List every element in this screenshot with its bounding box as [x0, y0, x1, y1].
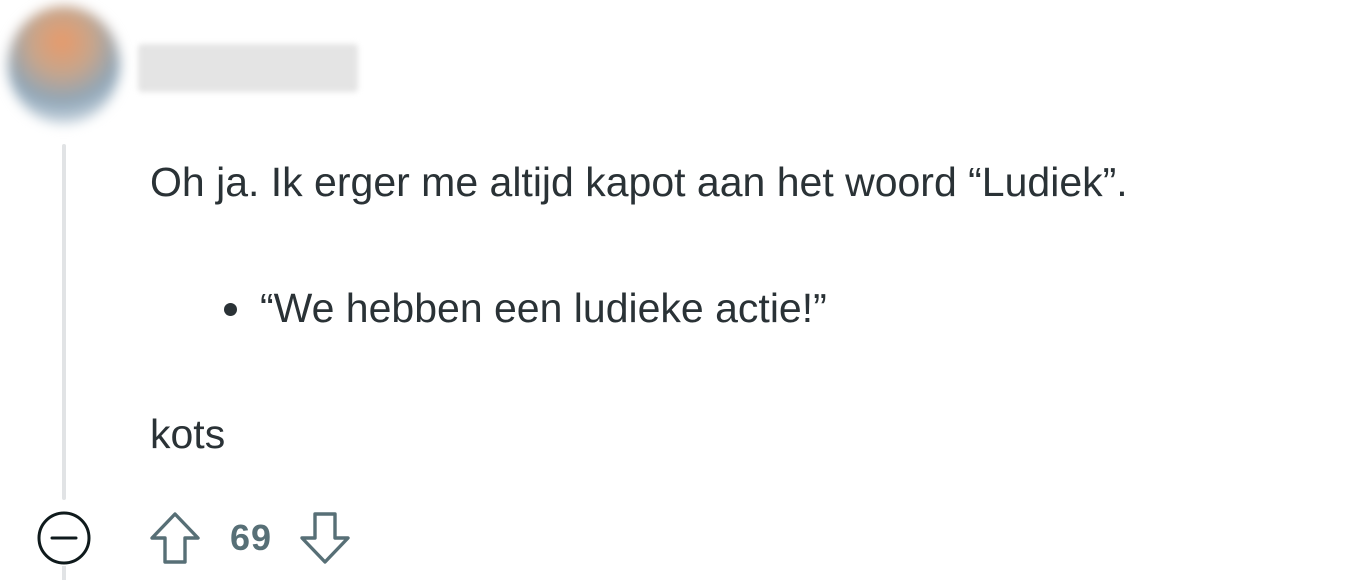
comment-bullet-list: “We hebben een ludieke actie!”: [222, 284, 827, 332]
comment-action-bar: 69: [146, 508, 354, 568]
downvote-arrow-icon: [300, 512, 350, 564]
comment-paragraph: kots: [150, 411, 226, 457]
collapse-thread-button[interactable]: [36, 510, 92, 566]
username[interactable]: [138, 44, 358, 92]
thread-line-continuation[interactable]: [62, 566, 66, 580]
thread-line[interactable]: [62, 144, 66, 500]
comment-paragraph: Oh ja. Ik erger me altijd kapot aan het …: [150, 159, 1128, 205]
upvote-arrow-icon: [150, 512, 200, 564]
collapse-minus-icon: [37, 511, 91, 565]
username-text: [138, 44, 358, 68]
bullet-list-item: “We hebben een ludieke actie!”: [222, 284, 827, 332]
avatar[interactable]: [8, 6, 120, 124]
vote-score: 69: [230, 517, 273, 558]
downvote-button[interactable]: [296, 509, 354, 567]
upvote-button[interactable]: [146, 509, 204, 567]
